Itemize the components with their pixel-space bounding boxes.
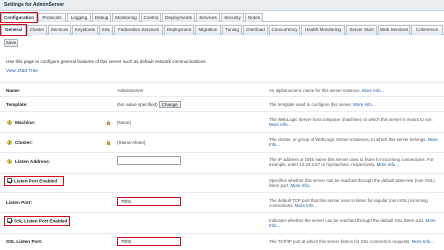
template-value: (No value specified) Change [117, 101, 181, 108]
ssl-listen-port-input[interactable]: 7002 [117, 237, 181, 246]
tab-server-start[interactable]: Server Start [346, 25, 377, 35]
row-divider [0, 212, 444, 213]
listen-address-label: Listen Address: [15, 159, 51, 164]
info-icon [7, 140, 12, 145]
name-value: AdminServer [117, 88, 144, 93]
more-info-link[interactable]: More Info... [269, 122, 291, 127]
tab-services-sub[interactable]: Services [48, 25, 71, 35]
intro-text: Use this page to configure general featu… [6, 59, 207, 64]
tab-deployment[interactable]: Deployment [164, 25, 194, 35]
ssl-listen-port-enabled-label: SSL Listen Port Enabled [14, 218, 68, 224]
name-label: Name: [6, 88, 21, 93]
tab-security[interactable]: Security [221, 13, 244, 22]
tab-keystores[interactable]: Keystores [72, 25, 98, 35]
machine-help: The WebLogic Server host computer (machi… [269, 117, 433, 128]
listen-port-enabled-checkbox-row[interactable]: Listen Port Enabled [4, 176, 64, 186]
tab-cluster[interactable]: Cluster [27, 25, 47, 35]
tab-logging[interactable]: Logging [67, 13, 91, 22]
row-divider [0, 132, 444, 133]
tab-ssl[interactable]: SSL [99, 25, 113, 35]
ssl-listen-port-enabled-help: Indicates whether the server can be reac… [269, 218, 436, 229]
tab-concurrency[interactable]: Concurrency [269, 25, 300, 35]
tab-tuning[interactable]: Tuning [222, 25, 242, 35]
tab-general[interactable]: General [0, 24, 27, 36]
cluster-value: (Stand-Alone) [117, 140, 146, 145]
row-divider [0, 173, 444, 174]
lock-icon [106, 120, 111, 125]
listen-port-enabled-label: Listen Port Enabled [14, 178, 58, 184]
lock-icon [106, 140, 111, 145]
change-template-button[interactable]: Change [158, 101, 181, 108]
listen-port-label: Listen Port: [6, 200, 33, 205]
tab-coherence[interactable]: Coherence [411, 25, 443, 35]
info-icon [7, 159, 12, 164]
tab-services[interactable]: Services [196, 13, 220, 22]
view-jndi-tree-link[interactable]: View JNDI Tree [6, 68, 38, 73]
tab-overload[interactable]: Overload [243, 25, 268, 35]
tab-federation-services[interactable]: Federation Services [114, 25, 163, 35]
tab-notes[interactable]: Notes [245, 13, 263, 22]
tab-protocols[interactable]: Protocols [38, 13, 66, 22]
machine-label: Machine: [15, 120, 36, 125]
ssl-listen-port-enabled-checkbox-row[interactable]: SSL Listen Port Enabled [4, 216, 70, 226]
cluster-label: Cluster: [15, 140, 33, 145]
row-divider [0, 192, 444, 193]
machine-value: (None) [117, 120, 132, 125]
save-button[interactable]: Save [4, 39, 18, 47]
more-info-link[interactable]: More Info... [412, 239, 434, 244]
page-title: Settings for AdminServer [0, 0, 444, 11]
more-info-link[interactable]: More Info... [377, 162, 399, 167]
tab-web-services[interactable]: Web Services [378, 25, 410, 35]
template-help: The template used to configure this serv… [269, 102, 376, 107]
more-info-link[interactable]: More Info... [291, 183, 313, 188]
listen-port-enabled-checkbox[interactable] [7, 178, 12, 184]
more-info-link[interactable]: More Info... [362, 88, 384, 93]
listen-port-input[interactable]: 7001 [117, 197, 181, 206]
row-divider [0, 233, 444, 234]
name-help: An alphanumeric name for this server ins… [269, 88, 385, 93]
secondary-tab-bar: General Cluster Services Keystores SSL F… [0, 24, 444, 36]
listen-port-enabled-help: Specifies whether this server can be rea… [269, 178, 435, 189]
tab-debug[interactable]: Debug [92, 13, 111, 22]
tab-configuration[interactable]: Configuration [0, 12, 38, 23]
tab-health-monitoring[interactable]: Health Monitoring [301, 25, 345, 35]
row-divider [0, 96, 444, 97]
more-info-link[interactable]: More Info... [295, 203, 317, 208]
listen-port-help: The default TCP port that this server us… [269, 198, 428, 209]
ssl-listen-port-help: The TCP/IP port at which this server lis… [269, 239, 434, 244]
tab-deployments[interactable]: Deployments [162, 13, 195, 22]
info-icon [7, 120, 12, 125]
more-info-link[interactable]: More Info... [353, 102, 375, 107]
row-divider [0, 82, 444, 83]
row-divider [0, 152, 444, 153]
tab-migration[interactable]: Migration [195, 25, 221, 35]
row-divider [0, 111, 444, 112]
tab-monitoring[interactable]: Monitoring [112, 13, 140, 22]
ssl-listen-port-enabled-checkbox[interactable] [7, 218, 12, 224]
cluster-help: The cluster, or group of WebLogic Server… [269, 137, 438, 148]
tab-control[interactable]: Control [141, 13, 161, 22]
listen-address-help: The IP address or DNS name this server u… [269, 157, 434, 168]
template-label: Template: [6, 102, 28, 107]
ssl-listen-port-label: SSL Listen Port: [6, 239, 43, 244]
listen-address-input[interactable] [117, 156, 181, 165]
primary-tab-bar: Configuration Protocols Logging Debug Mo… [0, 12, 444, 23]
